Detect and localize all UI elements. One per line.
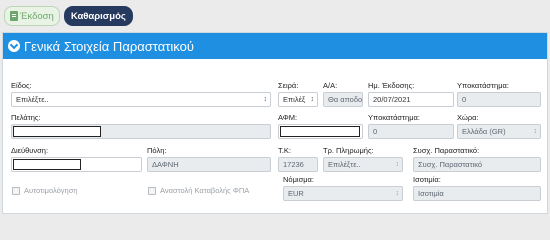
aa-field: Θα αποδο [323,92,363,107]
customer-label: Πελάτης: [11,113,41,122]
clear-button-label: Καθαρισμός [70,10,126,22]
rate-label: Ισοτιμία: [413,175,441,184]
rate-field[interactable]: Ισοτιμία [413,186,541,201]
series-select[interactable]: Επιλέξ [278,92,318,107]
document-icon [10,11,18,21]
redacted-box [13,126,101,137]
type-select[interactable]: Επιλέξτε.. [11,92,271,107]
issue-button-label: Έκδοση [20,10,54,22]
country-select: Ελλάδα (GR) [457,124,541,139]
issue-date-field[interactable]: 20/07/2021 [368,92,454,107]
currency-select[interactable]: EUR [283,186,403,201]
city-label: Πόλη: [147,146,167,155]
self-billing-label: Αυτοτιμολόγηση [24,186,78,195]
customer-branch-label: Υποκατάστημα: [368,113,420,122]
panel-title: Γενικά Στοιχεία Παραστατικού [24,38,194,54]
related-doc-label: Συσχ. Παραστατικό: [413,146,480,155]
postal-field: 17236 [278,157,318,172]
issue-button[interactable]: Έκδοση [4,6,60,26]
branch-label: Υποκατάστημα: [457,81,509,90]
clear-button[interactable]: Καθαρισμός [63,6,133,26]
vat-suspension-label: Αναστολή Καταβολής ΦΠΑ [160,186,250,195]
vat-suspension-checkbox[interactable] [148,187,156,195]
general-info-panel: Γενικά Στοιχεία Παραστατικού Είδος: Επιλ… [2,32,548,214]
address-label: Διεύθυνση: [11,146,49,155]
series-label: Σειρά: [278,81,299,90]
afm-label: ΑΦΜ: [278,113,298,122]
redacted-box [280,126,360,137]
aa-label: Α/Α: [323,81,338,90]
toolbar: Έκδοση Καθαρισμός [4,6,133,28]
panel-header[interactable]: Γενικά Στοιχεία Παραστατικού [3,33,547,59]
payment-label: Τρ. Πληρωμής: [323,146,374,155]
payment-select[interactable]: Επιλέξτε.. [323,157,403,172]
type-label: Είδος: [11,81,32,90]
self-billing-checkbox[interactable] [12,187,20,195]
customer-branch-field: 0 [368,124,454,139]
issue-date-label: Ημ. Έκδοσης: [368,81,415,90]
postal-label: Τ.Κ: [278,146,291,155]
redacted-box [13,159,81,170]
currency-label: Νόμισμα: [283,175,314,184]
city-field: ΔΑΦΝΗ [147,157,271,172]
country-label: Χώρα: [457,113,479,122]
related-doc-field[interactable]: Συσχ. Παραστατικό [413,157,541,172]
chevron-down-icon[interactable] [8,40,20,52]
branch-field: 0 [457,92,541,107]
